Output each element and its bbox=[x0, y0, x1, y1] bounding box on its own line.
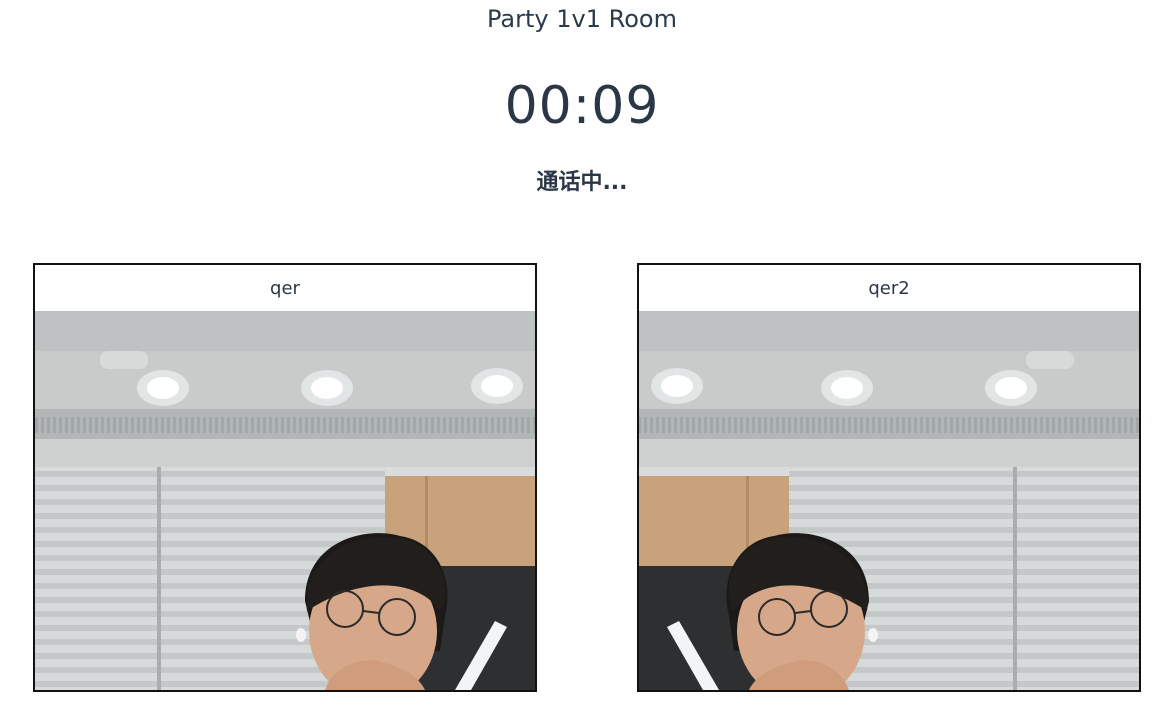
remote-video-feed bbox=[639, 311, 1139, 690]
participant-name: qer2 bbox=[868, 278, 910, 299]
call-timer: 00:09 bbox=[504, 76, 660, 136]
local-video-feed bbox=[35, 311, 535, 690]
participant-name: qer bbox=[270, 278, 300, 299]
room-title: Party 1v1 Room bbox=[487, 5, 677, 33]
remote-video-tile: qer2 bbox=[637, 263, 1141, 692]
call-status: 通话中... bbox=[536, 170, 628, 195]
local-video-tile: qer bbox=[33, 263, 537, 692]
